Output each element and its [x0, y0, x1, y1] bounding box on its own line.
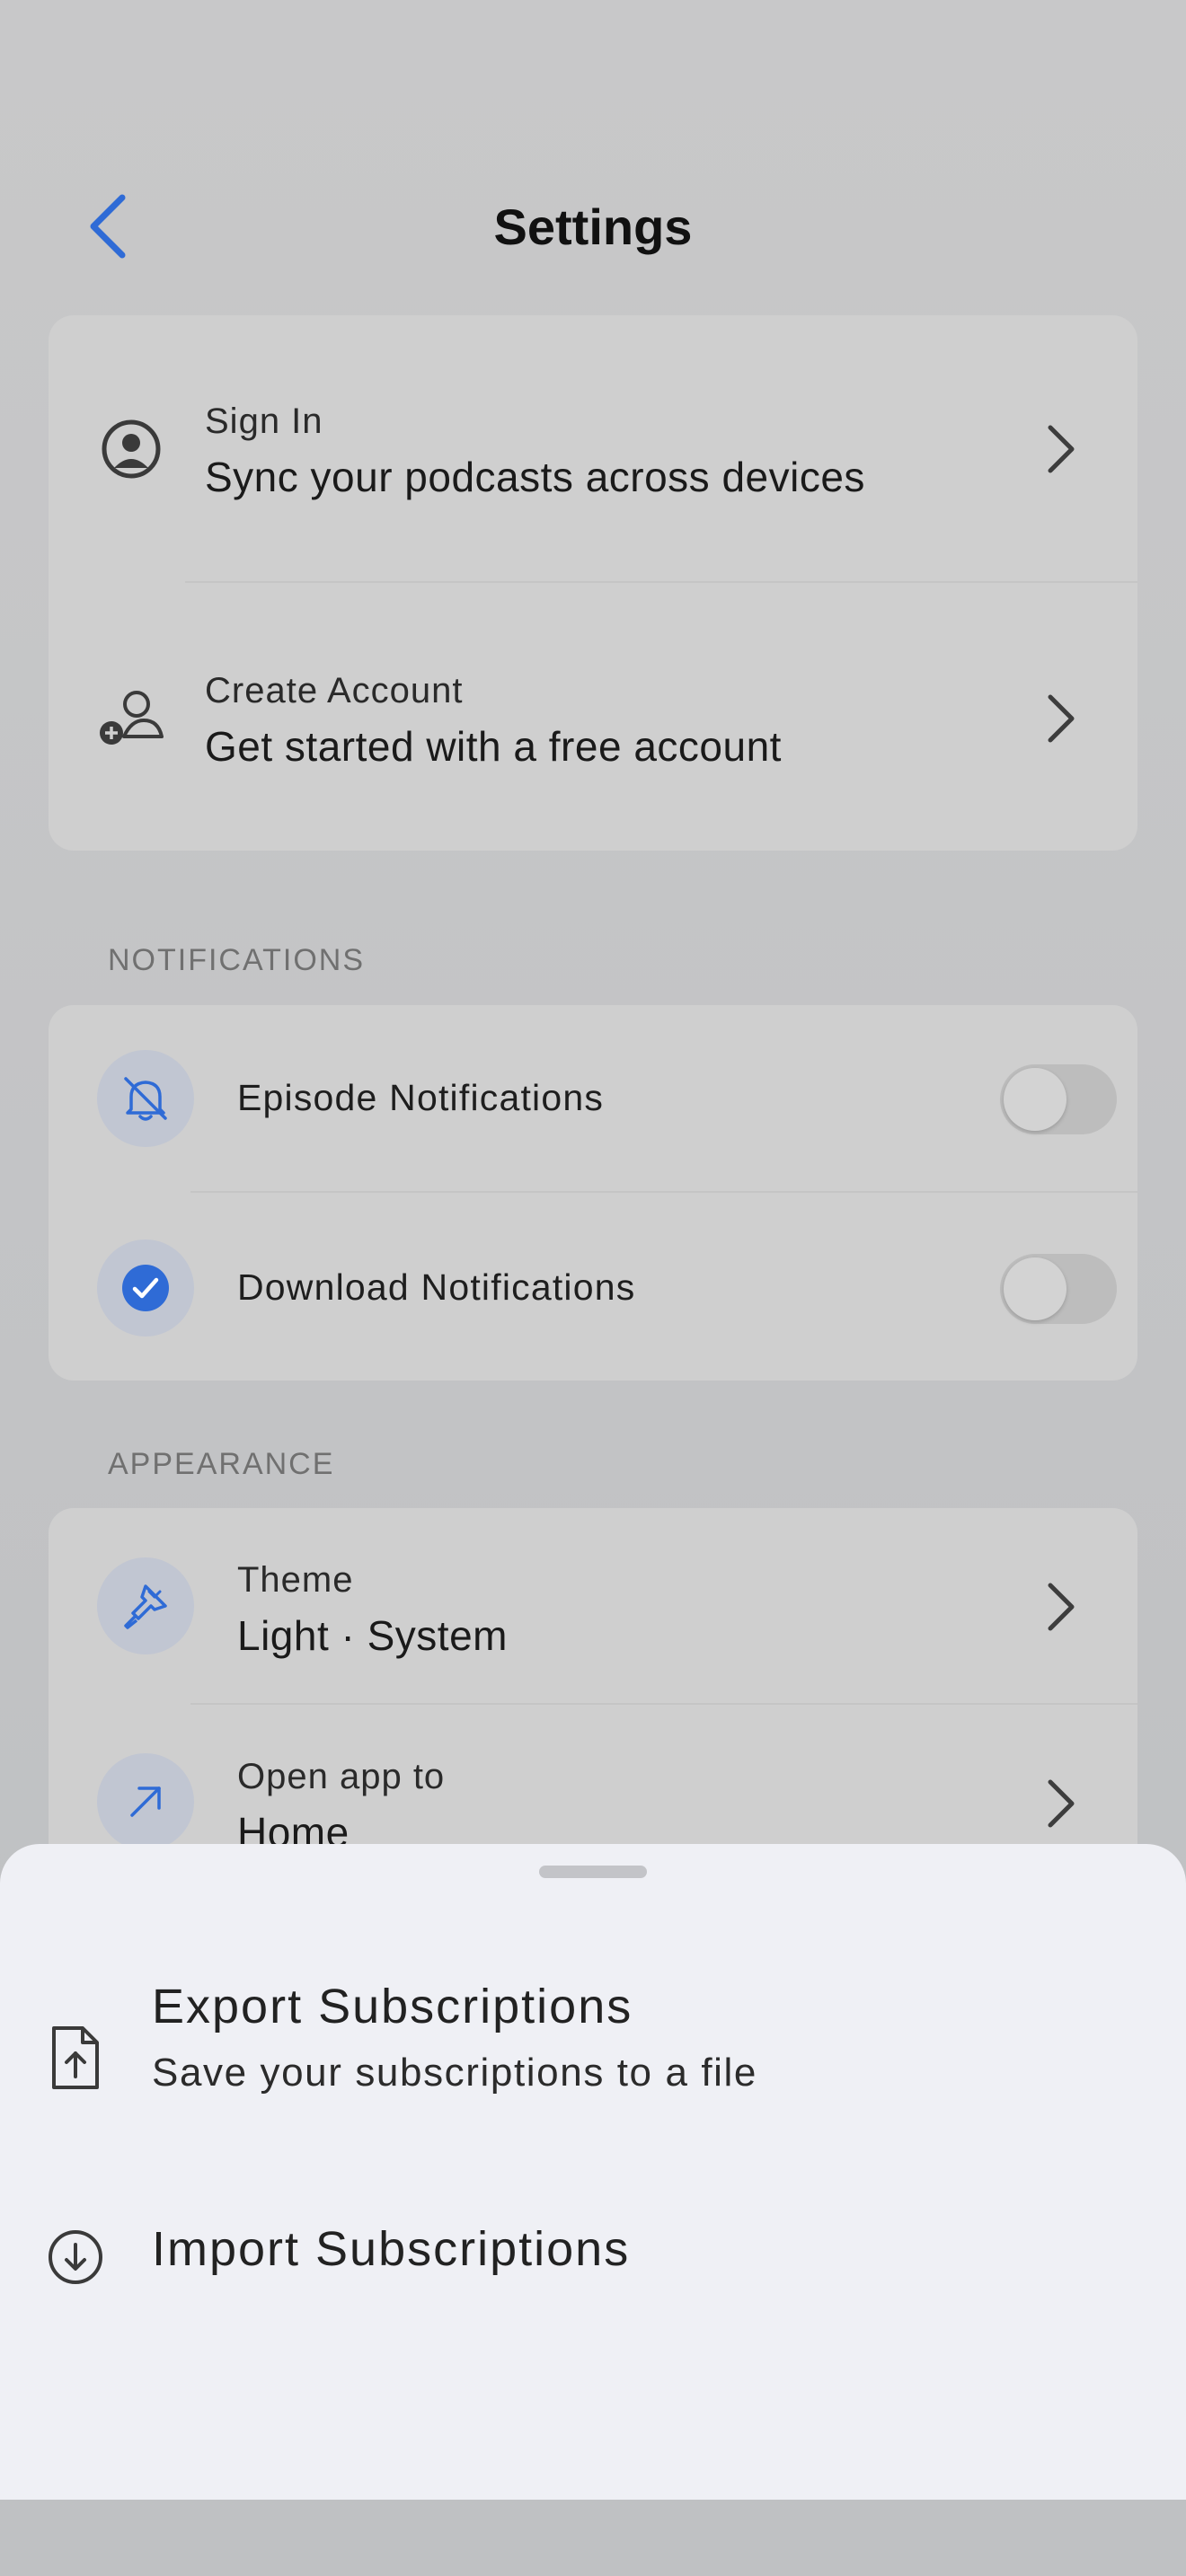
- download-notifications-toggle[interactable]: [1000, 1254, 1117, 1324]
- episode-notifications-toggle[interactable]: [1000, 1064, 1117, 1134]
- toggle-knob: [1004, 1068, 1067, 1131]
- open-app-label: Open app to: [237, 1757, 446, 1796]
- chevron-right-icon: [1039, 418, 1084, 481]
- account-card: Sign In Sync your podcasts across device…: [49, 315, 1137, 851]
- export-subscriptions-title: Export Subscriptions: [152, 1980, 633, 2033]
- arrow-down-circle-icon: [41, 2219, 110, 2295]
- paint-brush-icon: [97, 1557, 194, 1654]
- bell-off-icon: [97, 1050, 194, 1147]
- export-subscriptions-subtitle: Save your subscriptions to a file: [152, 2051, 757, 2095]
- export-subscriptions-item[interactable]: Export Subscriptions Save your subscript…: [0, 1961, 1186, 2140]
- episode-notifications-label: Episode Notifications: [237, 1077, 605, 1118]
- chevron-right-icon: [1039, 1575, 1084, 1638]
- navigation-bar: Settings: [0, 171, 1186, 278]
- home-indicator-area: [0, 2500, 1186, 2576]
- sign-in-label: Sign In: [205, 401, 323, 441]
- file-upload-icon: [41, 2020, 110, 2095]
- check-circle-icon: [97, 1239, 194, 1337]
- theme-value: Light · System: [237, 1612, 508, 1659]
- chevron-right-icon: [1039, 1772, 1084, 1835]
- sign-in-subtitle: Sync your podcasts across devices: [205, 454, 865, 500]
- appearance-card: Theme Light · System Open app to Home: [49, 1508, 1137, 1885]
- bottom-sheet: Export Subscriptions Save your subscript…: [0, 1844, 1186, 2500]
- import-subscriptions-item[interactable]: Import Subscriptions: [0, 2203, 1186, 2329]
- import-subscriptions-title: Import Subscriptions: [152, 2222, 631, 2276]
- user-circle-icon: [95, 413, 167, 485]
- toggle-knob: [1004, 1257, 1067, 1320]
- notifications-card: Episode Notifications Download Notificat…: [49, 1005, 1137, 1381]
- create-account-subtitle: Get started with a free account: [205, 723, 782, 770]
- episode-notifications-row: Episode Notifications: [49, 1005, 1137, 1193]
- chevron-right-icon: [1039, 687, 1084, 750]
- create-account-row[interactable]: Create Account Get started with a free a…: [49, 583, 1137, 851]
- appearance-section-header: APPEARANCE: [108, 1447, 335, 1481]
- create-account-label: Create Account: [205, 671, 464, 710]
- theme-row[interactable]: Theme Light · System: [49, 1508, 1137, 1705]
- theme-label: Theme: [237, 1560, 354, 1600]
- user-add-icon: [95, 682, 167, 754]
- page-title: Settings: [493, 198, 693, 255]
- sheet-grabber[interactable]: [539, 1866, 647, 1878]
- download-notifications-row: Download Notifications: [49, 1193, 1137, 1381]
- arrow-up-right-icon: [97, 1753, 194, 1850]
- sign-in-row[interactable]: Sign In Sync your podcasts across device…: [49, 315, 1137, 583]
- settings-screen: Settings Sign In Sync your podcasts acro…: [0, 0, 1186, 2576]
- notifications-section-header: NOTIFICATIONS: [108, 943, 366, 977]
- download-notifications-label: Download Notifications: [237, 1266, 636, 1308]
